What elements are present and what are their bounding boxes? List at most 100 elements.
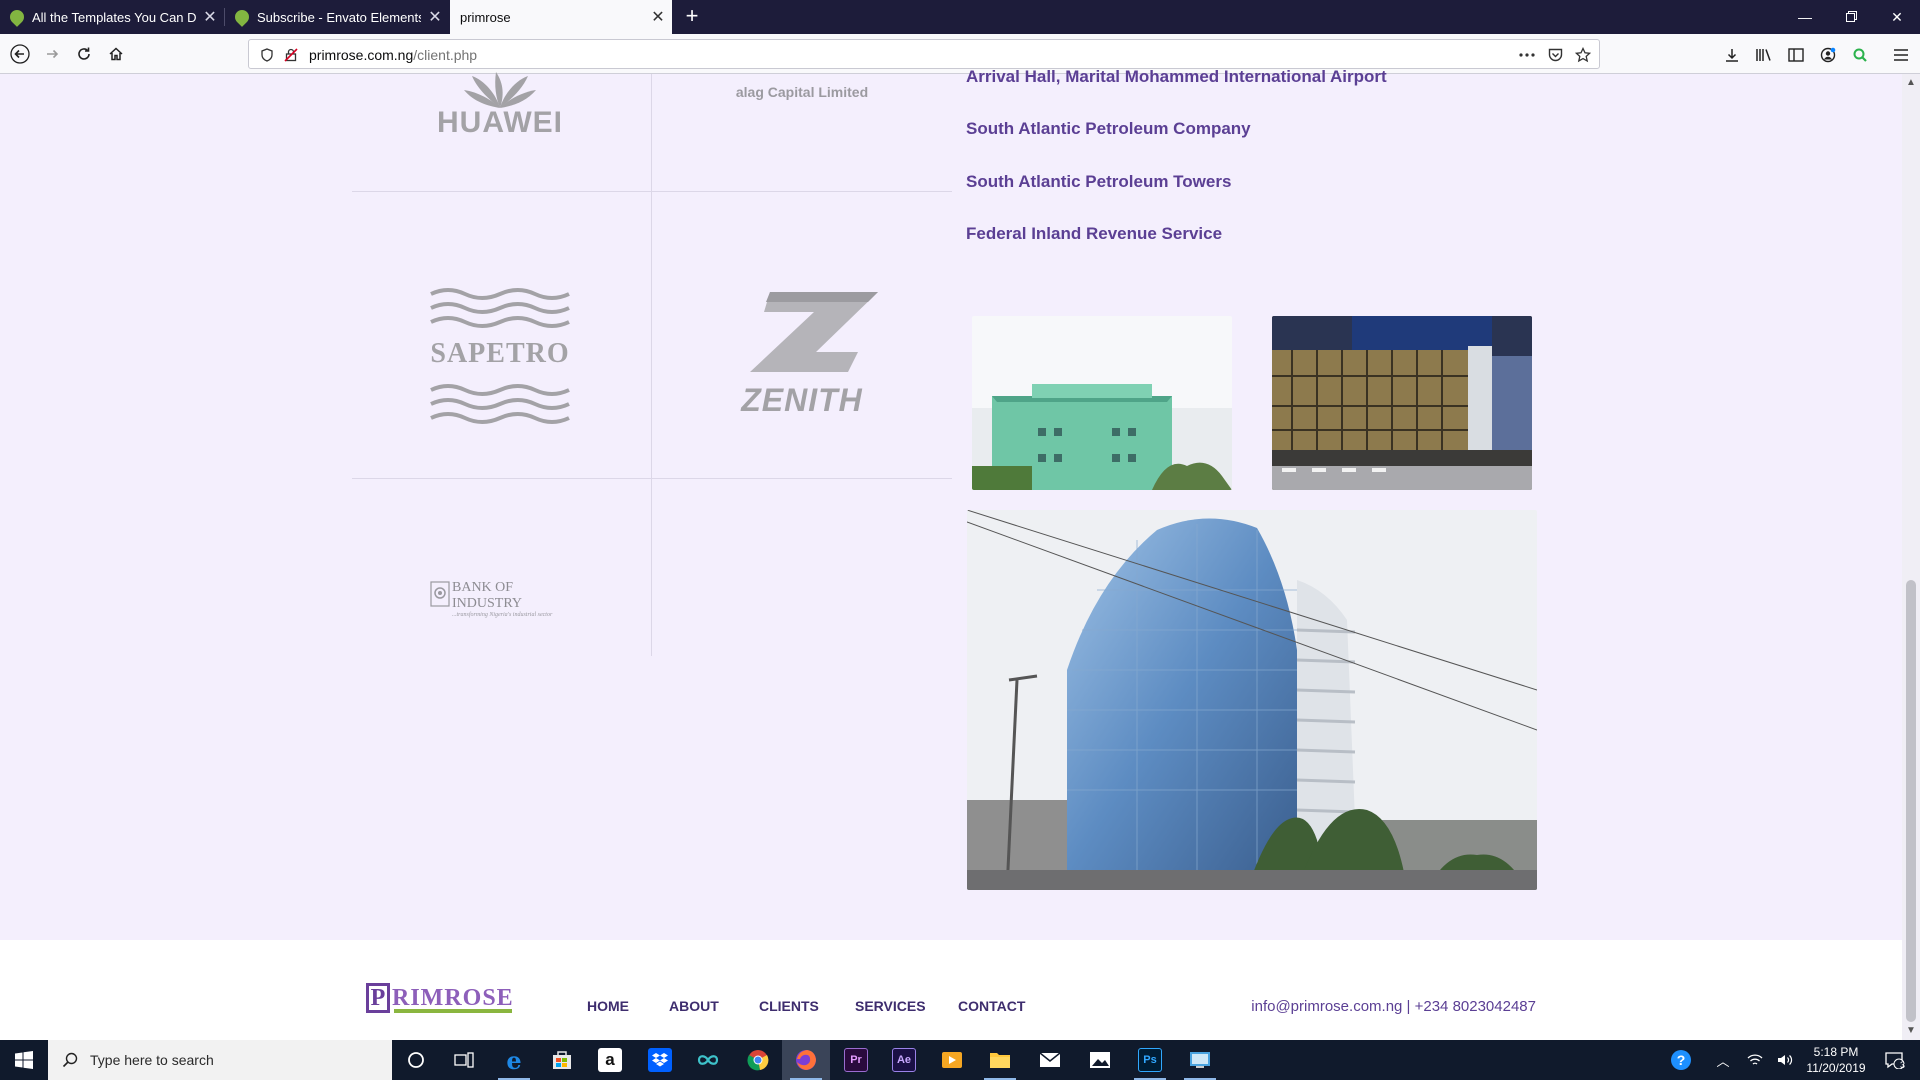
shield-icon[interactable] bbox=[257, 45, 277, 65]
sidebar-icon[interactable] bbox=[1785, 44, 1807, 66]
forward-arrow-icon bbox=[47, 49, 59, 59]
tab-strip: All the Templates You Can Dow ✕ Subscrib… bbox=[0, 0, 1920, 34]
firefox-icon[interactable] bbox=[782, 1040, 830, 1080]
mail-icon[interactable] bbox=[1026, 1040, 1074, 1080]
footer-nav-contact[interactable]: CONTACT bbox=[958, 998, 1025, 1014]
scrollbar-thumb[interactable] bbox=[1906, 580, 1916, 1022]
brand-wordmark: RIMROSE bbox=[392, 984, 514, 1011]
zenith-logo: ZENITH bbox=[702, 290, 902, 426]
back-arrow-icon bbox=[10, 44, 30, 64]
windows-start-icon[interactable] bbox=[0, 1040, 48, 1080]
brand-initial: P bbox=[366, 983, 390, 1013]
home-button[interactable] bbox=[102, 40, 130, 68]
brand-tagline-bar bbox=[394, 1009, 512, 1013]
home-icon bbox=[109, 47, 123, 61]
client-item: South Atlantic Petroleum Company bbox=[966, 119, 1251, 138]
close-tab-icon[interactable]: ✕ bbox=[421, 7, 449, 27]
boi-wordmark: BANK OF INDUSTRY bbox=[452, 580, 523, 611]
insecure-lock-icon[interactable] bbox=[281, 45, 301, 65]
after-effects-icon[interactable]: Ae bbox=[880, 1040, 928, 1080]
library-icon[interactable] bbox=[1753, 44, 1775, 66]
footer-nav-about[interactable]: ABOUT bbox=[669, 998, 719, 1014]
boi-text-block: BANK OF INDUSTRY ...transforming Nigeria… bbox=[452, 580, 576, 618]
browser-tab[interactable]: All the Templates You Can Dow ✕ bbox=[0, 0, 224, 34]
cortana-icon[interactable] bbox=[392, 1040, 440, 1080]
back-button[interactable] bbox=[6, 40, 34, 68]
tab-title: Subscribe - Envato Elements bbox=[257, 9, 421, 25]
windows-taskbar: Type here to search e a Pr Ae Ps ? ︿ 5:1… bbox=[0, 1040, 1920, 1080]
show-hidden-icons-icon[interactable]: ︿ bbox=[1708, 1040, 1738, 1080]
client-item: Arrival Hall, Marital Mohammed Internati… bbox=[966, 67, 1387, 86]
scroll-down-icon[interactable]: ▼ bbox=[1902, 1024, 1920, 1038]
huawei-petals-icon bbox=[464, 72, 536, 108]
photoshop-icon[interactable]: Ps bbox=[1126, 1040, 1174, 1080]
dropbox-icon[interactable] bbox=[636, 1040, 684, 1080]
help-icon[interactable]: ? bbox=[1666, 1040, 1696, 1080]
tower-building-photo bbox=[967, 510, 1537, 890]
premiere-icon[interactable]: Pr bbox=[832, 1040, 880, 1080]
forward-button[interactable] bbox=[38, 40, 66, 68]
amazon-icon[interactable]: a bbox=[586, 1040, 634, 1080]
wifi-icon[interactable] bbox=[1740, 1040, 1770, 1080]
remote-desktop-icon[interactable] bbox=[1176, 1040, 1224, 1080]
tab-title: All the Templates You Can Dow bbox=[32, 9, 196, 25]
taskbar-search-box[interactable]: Type here to search bbox=[48, 1040, 392, 1080]
alag-wordmark: alag Capital Limited bbox=[735, 84, 869, 100]
photos-icon[interactable] bbox=[1076, 1040, 1124, 1080]
store-icon[interactable] bbox=[538, 1040, 586, 1080]
close-window-icon[interactable]: ✕ bbox=[1874, 0, 1920, 34]
scroll-up-icon[interactable]: ▲ bbox=[1902, 76, 1920, 90]
account-icon[interactable] bbox=[1817, 44, 1839, 66]
search-icon bbox=[62, 1052, 78, 1068]
new-tab-button[interactable]: + bbox=[680, 0, 704, 34]
page-actions-icon[interactable] bbox=[1517, 45, 1537, 65]
bank-of-industry-logo: BANK OF INDUSTRY ...transforming Nigeria… bbox=[430, 578, 576, 618]
chrome-icon[interactable] bbox=[734, 1040, 782, 1080]
close-tab-icon[interactable]: ✕ bbox=[644, 7, 672, 27]
boi-emblem-icon bbox=[430, 581, 450, 607]
clock-time: 5:18 PM bbox=[1813, 1045, 1859, 1059]
tab-title: primrose bbox=[460, 9, 511, 25]
boi-tagline: ...transforming Nigeria's industrial sec… bbox=[452, 612, 553, 618]
extension-search-icon[interactable] bbox=[1849, 44, 1871, 66]
zenith-z-icon bbox=[750, 292, 878, 372]
clock-date: 11/20/2019 bbox=[1806, 1061, 1866, 1075]
minimize-icon[interactable]: — bbox=[1782, 0, 1828, 34]
alag-capital-logo: alag Capital Limited bbox=[702, 74, 902, 110]
sapetro-logo: SAPETRO bbox=[400, 286, 600, 426]
browser-tab-active[interactable]: primrose ✕ bbox=[450, 0, 672, 34]
grid-divider bbox=[352, 478, 952, 479]
file-explorer-icon[interactable] bbox=[976, 1040, 1024, 1080]
menu-icon[interactable] bbox=[1890, 44, 1912, 66]
reload-button[interactable] bbox=[70, 40, 98, 68]
close-tab-icon[interactable]: ✕ bbox=[196, 7, 224, 27]
sapetro-wordmark: SAPETRO bbox=[430, 338, 570, 369]
green-building-photo bbox=[972, 316, 1232, 490]
downloads-icon[interactable] bbox=[1721, 44, 1743, 66]
notification-count: 3 bbox=[1900, 1060, 1906, 1070]
site-footer: P RIMROSE HOME ABOUT CLIENTS SERVICES CO… bbox=[0, 940, 1902, 1040]
footer-nav-services[interactable]: SERVICES bbox=[855, 998, 926, 1014]
grid-divider bbox=[651, 74, 652, 656]
bank-building-photo bbox=[1272, 316, 1532, 490]
footer-nav-clients[interactable]: CLIENTS bbox=[759, 998, 819, 1014]
browser-tab[interactable]: Subscribe - Envato Elements ✕ bbox=[225, 0, 449, 34]
infinity-icon[interactable] bbox=[684, 1040, 732, 1080]
envato-leaf-icon bbox=[7, 7, 27, 27]
huawei-logo: HUAWEI bbox=[400, 60, 600, 150]
footer-contact-info[interactable]: info@primrose.com.ng | +234 8023042487 bbox=[1251, 998, 1536, 1015]
media-player-icon[interactable] bbox=[928, 1040, 976, 1080]
client-item: South Atlantic Petroleum Towers bbox=[966, 172, 1232, 191]
search-placeholder: Type here to search bbox=[90, 1052, 214, 1068]
taskbar-clock[interactable]: 5:18 PM 11/20/2019 bbox=[1796, 1044, 1876, 1076]
pocket-icon[interactable] bbox=[1545, 45, 1565, 65]
task-view-icon[interactable] bbox=[440, 1040, 488, 1080]
primrose-logo[interactable]: P RIMROSE bbox=[366, 983, 514, 1013]
zenith-wordmark: ZENITH bbox=[741, 382, 863, 418]
footer-nav-home[interactable]: HOME bbox=[587, 998, 629, 1014]
notifications-icon[interactable]: 3 bbox=[1874, 1040, 1914, 1080]
url-host: primrose.com.ng bbox=[309, 47, 414, 63]
restore-icon[interactable] bbox=[1828, 0, 1874, 34]
edge-icon[interactable]: e bbox=[490, 1040, 538, 1080]
bookmark-star-icon[interactable] bbox=[1573, 45, 1593, 65]
